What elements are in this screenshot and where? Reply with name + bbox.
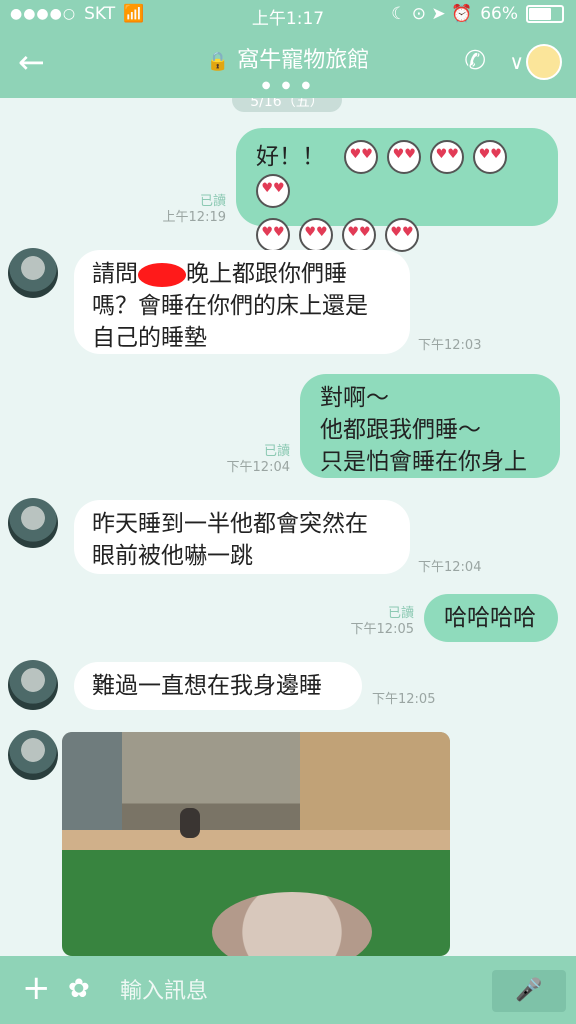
photo-fence (62, 732, 122, 830)
message-meta: 已讀 上午12:19 (150, 194, 226, 226)
heart-eyes-emoji-icon: ♥♥ (299, 218, 333, 252)
message-bubble-outgoing[interactable]: 對啊～ 他都跟我們睡～ 只是怕會睡在你身上 (300, 374, 560, 478)
sticker-icon[interactable]: ✿ (68, 974, 90, 1004)
message-text: 難過一直想在我身邊睡 (92, 673, 322, 699)
keep-icon[interactable] (526, 44, 562, 80)
heart-eyes-emoji-icon: ♥♥ (385, 218, 419, 252)
message-line: 他都跟我們睡～ (320, 417, 481, 443)
chat-area[interactable]: 5/16（五） 好！！ ♥♥ ♥♥ ♥♥ ♥♥♥♥ ♥♥ ♥♥ ♥♥ ♥♥ 已讀 上午12:1… (0, 98, 576, 956)
message-time: 下午12:04 (226, 460, 290, 475)
message-line: 眼前被他嚇一跳 (92, 543, 253, 569)
message-line: 對啊～ (320, 385, 389, 411)
message-meta: 已讀 下午12:04 (208, 444, 290, 476)
chat-title[interactable]: 窩牛寵物旅館 (237, 48, 369, 73)
message-bubble-incoming[interactable]: 昨天睡到一半他都會突然在 眼前被他嚇一跳 (74, 500, 410, 574)
photo-dog-closeup (212, 892, 372, 956)
message-line: 自己的睡墊 (92, 325, 207, 351)
message-bubble-incoming[interactable]: 請問 晚上都跟你們睡 嗎？會睡在你們的床上還是 自己的睡墊 (74, 250, 410, 354)
message-text: 哈哈哈哈 (444, 605, 536, 631)
message-line: 嗎？會睡在你們的床上還是 (92, 293, 368, 319)
plus-icon[interactable]: + (22, 970, 51, 1006)
page-indicator: ● ● ● (261, 80, 315, 91)
message-line: 昨天睡到一半他都會突然在 (92, 511, 368, 537)
message-bubble-outgoing[interactable]: 哈哈哈哈 (424, 594, 558, 642)
battery-icon (526, 5, 564, 23)
redaction-mark (138, 262, 186, 287)
input-bar: + ✿ 🎤 (0, 956, 576, 1024)
message-time: 下午12:05 (372, 692, 436, 707)
battery-percent: 66% (480, 4, 518, 24)
battery-fill (529, 8, 552, 20)
microphone-icon[interactable]: 🎤 (492, 970, 566, 1012)
chat-header: ← 🔒 窩牛寵物旅館 ● ● ● ✆ ∨ (0, 30, 576, 98)
message-text: 請問 晚上都跟你們睡 (92, 258, 410, 290)
avatar[interactable] (8, 498, 58, 548)
status-icons: ☾ ⊙ ➤ ⏰ (391, 4, 473, 24)
heart-eyes-emoji-icon: ♥♥ (256, 218, 290, 252)
read-receipt: 已讀 (199, 194, 226, 209)
read-receipt: 已讀 (387, 606, 414, 621)
status-bar: ●●●●○ SKT 📶 上午1:17 ☾ ⊙ ➤ ⏰ 66% (0, 0, 576, 30)
status-right: ☾ ⊙ ➤ ⏰ 66% (391, 4, 564, 24)
photo-tiles (62, 830, 450, 850)
message-line: 晚上都跟你們睡 (186, 261, 347, 287)
message-text: 好！！ ♥♥ ♥♥ ♥♥ ♥♥♥♥ ♥♥ ♥♥ ♥♥ ♥♥ (256, 140, 558, 252)
photo-wall (300, 732, 450, 830)
photo-message[interactable] (62, 732, 450, 956)
phone-icon[interactable]: ✆ (464, 46, 486, 76)
avatar[interactable] (8, 660, 58, 710)
message-time: 上午12:19 (162, 210, 226, 225)
lock-icon: 🔒 (206, 51, 230, 72)
message-meta: 已讀 下午12:05 (334, 606, 414, 638)
heart-eyes-emoji-icon: ♥♥ (473, 140, 508, 174)
date-divider: 5/16（五） (232, 98, 342, 112)
message-input[interactable] (118, 970, 482, 1012)
message-text: 好！！ (256, 143, 325, 170)
avatar[interactable] (8, 248, 58, 298)
read-receipt: 已讀 (263, 444, 290, 459)
message-line: 請問 (92, 261, 138, 287)
message-line: 只是怕會睡在你身上 (320, 449, 527, 475)
message-bubble-outgoing[interactable]: 好！！ ♥♥ ♥♥ ♥♥ ♥♥♥♥ ♥♥ ♥♥ ♥♥ ♥♥ (236, 128, 558, 252)
heart-eyes-emoji-icon: ♥♥ (430, 140, 465, 174)
message-bubble-incoming[interactable]: 難過一直想在我身邊睡 (74, 662, 362, 710)
message-time: 下午12:03 (418, 338, 482, 353)
heart-eyes-emoji-icon: ♥♥ (344, 140, 379, 174)
chevron-down-icon[interactable]: ∨ (509, 50, 524, 74)
photo-dog (180, 808, 200, 838)
heart-eyes-emoji-icon: ♥♥ (342, 218, 376, 252)
avatar[interactable] (8, 730, 58, 780)
heart-eyes-emoji-icon: ♥♥ (387, 140, 422, 174)
heart-eyes-emoji-icon: ♥♥ (256, 174, 290, 208)
message-time: 下午12:04 (418, 560, 482, 575)
chat-title-wrap: 🔒 窩牛寵物旅館 (0, 42, 576, 74)
message-time: 下午12:05 (350, 622, 414, 637)
